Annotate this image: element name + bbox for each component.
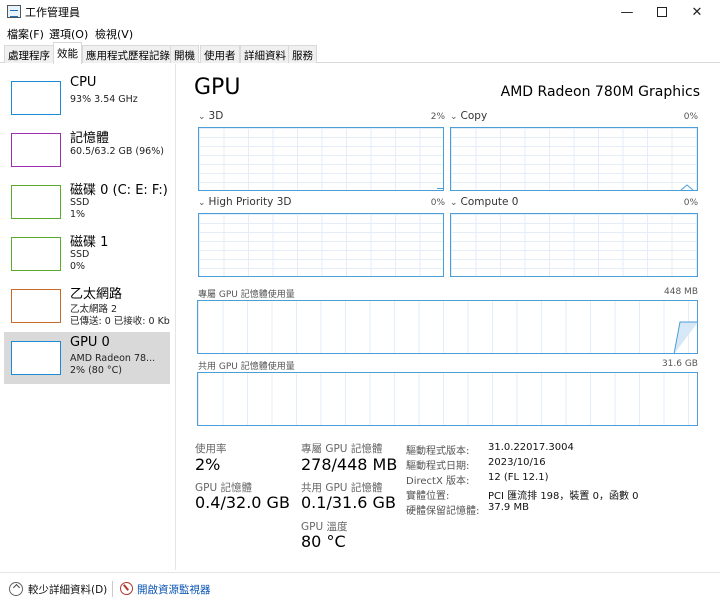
directx-version-label: DirectX 版本: xyxy=(406,476,470,487)
driver-version-value: 31.0.22017.3004 xyxy=(488,442,574,453)
sidebar-item-title: 磁碟 1 xyxy=(70,235,109,250)
sidebar-item-detail-2: 0% xyxy=(70,261,86,272)
gpu-0-thumbnail xyxy=(11,341,61,375)
sidebar-item-title: CPU xyxy=(70,75,97,90)
shared-memory-graph-max: 31.6 GB xyxy=(661,359,698,369)
maximize-icon xyxy=(657,7,667,17)
sidebar-item-memory[interactable]: 記憶體 60.5/63.2 GB (96%) xyxy=(4,124,170,176)
gpu-temperature-value: 80 °C xyxy=(301,532,346,551)
graph-3d xyxy=(198,127,444,191)
gpu-memory-value: 0.4/32.0 GB xyxy=(195,493,290,512)
memory-thumbnail xyxy=(11,133,61,167)
graph-high-priority-3d-label[interactable]: ⌄ High Priority 3D xyxy=(198,196,292,208)
utilization-label: 使用率 xyxy=(195,443,227,455)
graph-compute-0 xyxy=(450,213,698,277)
sidebar-item-ethernet[interactable]: 乙太網路 乙太網路 2 已傳送: 0 已接收: 0 Kbps xyxy=(4,280,170,332)
open-resource-monitor-link[interactable]: 開啟資源監視器 xyxy=(137,582,211,597)
sidebar-item-disk-0[interactable]: 磁碟 0 (C: E: F:) SSD 1% xyxy=(4,176,170,228)
minimize-button[interactable]: — xyxy=(610,0,644,24)
sidebar-item-detail: AMD Radeon 78... xyxy=(70,353,156,364)
hardware-reserved-memory-value: 37.9 MB xyxy=(488,502,529,513)
graph-compute-0-label[interactable]: ⌄ Compute 0 xyxy=(450,196,518,208)
sidebar-item-title: 記憶體 xyxy=(70,131,110,146)
utilization-value: 2% xyxy=(195,455,221,474)
sidebar-item-detail: SSD xyxy=(70,197,90,208)
menu-options[interactable]: 選項(O) xyxy=(49,26,88,42)
chevron-up-icon[interactable] xyxy=(9,582,23,596)
ethernet-thumbnail xyxy=(11,289,61,323)
resource-monitor-icon[interactable] xyxy=(120,582,133,595)
maximize-button[interactable] xyxy=(645,0,679,24)
hardware-reserved-memory-label: 硬體保留記憶體: xyxy=(406,506,480,517)
title-bar: 工作管理員 — ✕ xyxy=(0,0,720,24)
dedicated-memory-graph-max: 448 MB xyxy=(664,287,698,297)
close-button[interactable]: ✕ xyxy=(680,0,714,24)
disk-0-thumbnail xyxy=(11,185,61,219)
tab-app-history[interactable]: 應用程式歷程記錄 xyxy=(82,45,174,63)
dedicated-memory-graph xyxy=(197,300,698,355)
chevron-down-icon: ⌄ xyxy=(198,112,206,122)
shared-memory-graph xyxy=(197,372,698,426)
dedicated-gpu-memory-value: 278/448 MB xyxy=(301,455,398,474)
fewer-details-button[interactable]: 較少詳細資料(D) xyxy=(28,582,107,597)
sidebar-item-detail-2: 1% xyxy=(70,209,86,220)
chevron-down-icon: ⌄ xyxy=(450,112,458,122)
shared-memory-graph-label: 共用 GPU 記憶體使用量 xyxy=(198,362,295,372)
graph-compute-0-value: 0% xyxy=(683,198,698,208)
performance-sidebar: CPU 93% 3.54 GHz 記憶體 60.5/63.2 GB (96%) … xyxy=(0,64,176,570)
dedicated-gpu-memory-label: 專屬 GPU 記憶體 xyxy=(301,443,383,455)
chevron-down-icon: ⌄ xyxy=(450,198,458,208)
menu-file[interactable]: 檔案(F) xyxy=(7,26,44,42)
sidebar-item-disk-1[interactable]: 磁碟 1 SSD 0% xyxy=(4,228,170,280)
physical-location-label: 實體位置: xyxy=(406,491,450,502)
tab-services[interactable]: 服務 xyxy=(288,45,317,63)
dedicated-memory-graph-label: 專屬 GPU 記憶體使用量 xyxy=(198,290,295,300)
graph-copy xyxy=(450,127,698,191)
driver-date-label: 驅動程式日期: xyxy=(406,461,470,472)
graph-3d-fill xyxy=(437,188,443,190)
sidebar-item-detail-2: 2% (80 °C) xyxy=(70,365,122,376)
tab-startup[interactable]: 開機 xyxy=(170,45,199,63)
tab-performance[interactable]: 效能 xyxy=(53,42,82,64)
tab-bar: 處理程序 效能 應用程式歷程記錄 開機 使用者 詳細資料 服務 xyxy=(0,42,720,64)
sidebar-item-gpu-0[interactable]: GPU 0 AMD Radeon 78... 2% (80 °C) xyxy=(4,332,170,384)
graph-3d-label[interactable]: ⌄ 3D xyxy=(198,110,223,122)
bottom-bar: 較少詳細資料(D) 開啟資源監視器 xyxy=(0,572,720,602)
sidebar-item-title: 乙太網路 xyxy=(70,287,123,302)
sidebar-item-detail-2: 已傳送: 0 已接收: 0 Kbps xyxy=(70,316,170,327)
tab-users[interactable]: 使用者 xyxy=(200,45,240,63)
graph-high-priority-3d-value: 0% xyxy=(430,198,445,208)
cpu-thumbnail xyxy=(11,81,61,115)
menu-bar: 檔案(F) 選項(O) 檢視(V) xyxy=(0,24,720,42)
driver-date-value: 2023/10/16 xyxy=(488,457,546,468)
sidebar-item-title: 磁碟 0 (C: E: F:) xyxy=(70,183,168,198)
tab-processes[interactable]: 處理程序 xyxy=(4,45,54,63)
sidebar-item-cpu[interactable]: CPU 93% 3.54 GHz xyxy=(4,72,170,124)
dedicated-memory-line xyxy=(673,321,698,355)
page-title: GPU xyxy=(194,75,241,100)
graph-copy-line xyxy=(680,184,694,191)
graph-copy-value: 0% xyxy=(683,112,698,122)
graph-copy-label[interactable]: ⌄ Copy xyxy=(450,110,487,122)
chevron-down-icon: ⌄ xyxy=(198,198,206,208)
divider xyxy=(112,581,113,597)
sidebar-item-detail: 60.5/63.2 GB (96%) xyxy=(70,146,164,157)
driver-version-label: 驅動程式版本: xyxy=(406,446,470,457)
physical-location-value: PCI 匯流排 198，裝置 0，函數 0 xyxy=(488,491,639,502)
sidebar-item-detail: SSD xyxy=(70,249,90,260)
menu-view[interactable]: 檢視(V) xyxy=(95,26,133,42)
graph-3d-value: 2% xyxy=(430,112,445,122)
shared-gpu-memory-value: 0.1/31.6 GB xyxy=(301,493,396,512)
window-title: 工作管理員 xyxy=(25,6,80,19)
task-manager-icon xyxy=(7,5,21,18)
sidebar-item-title: GPU 0 xyxy=(70,335,110,350)
gpu-model-name: AMD Radeon 780M Graphics xyxy=(500,84,700,100)
directx-version-value: 12 (FL 12.1) xyxy=(488,472,549,483)
sidebar-item-detail: 93% 3.54 GHz xyxy=(70,94,138,105)
graph-high-priority-3d xyxy=(198,213,444,277)
tab-details[interactable]: 詳細資料 xyxy=(240,45,290,63)
disk-1-thumbnail xyxy=(11,237,61,271)
